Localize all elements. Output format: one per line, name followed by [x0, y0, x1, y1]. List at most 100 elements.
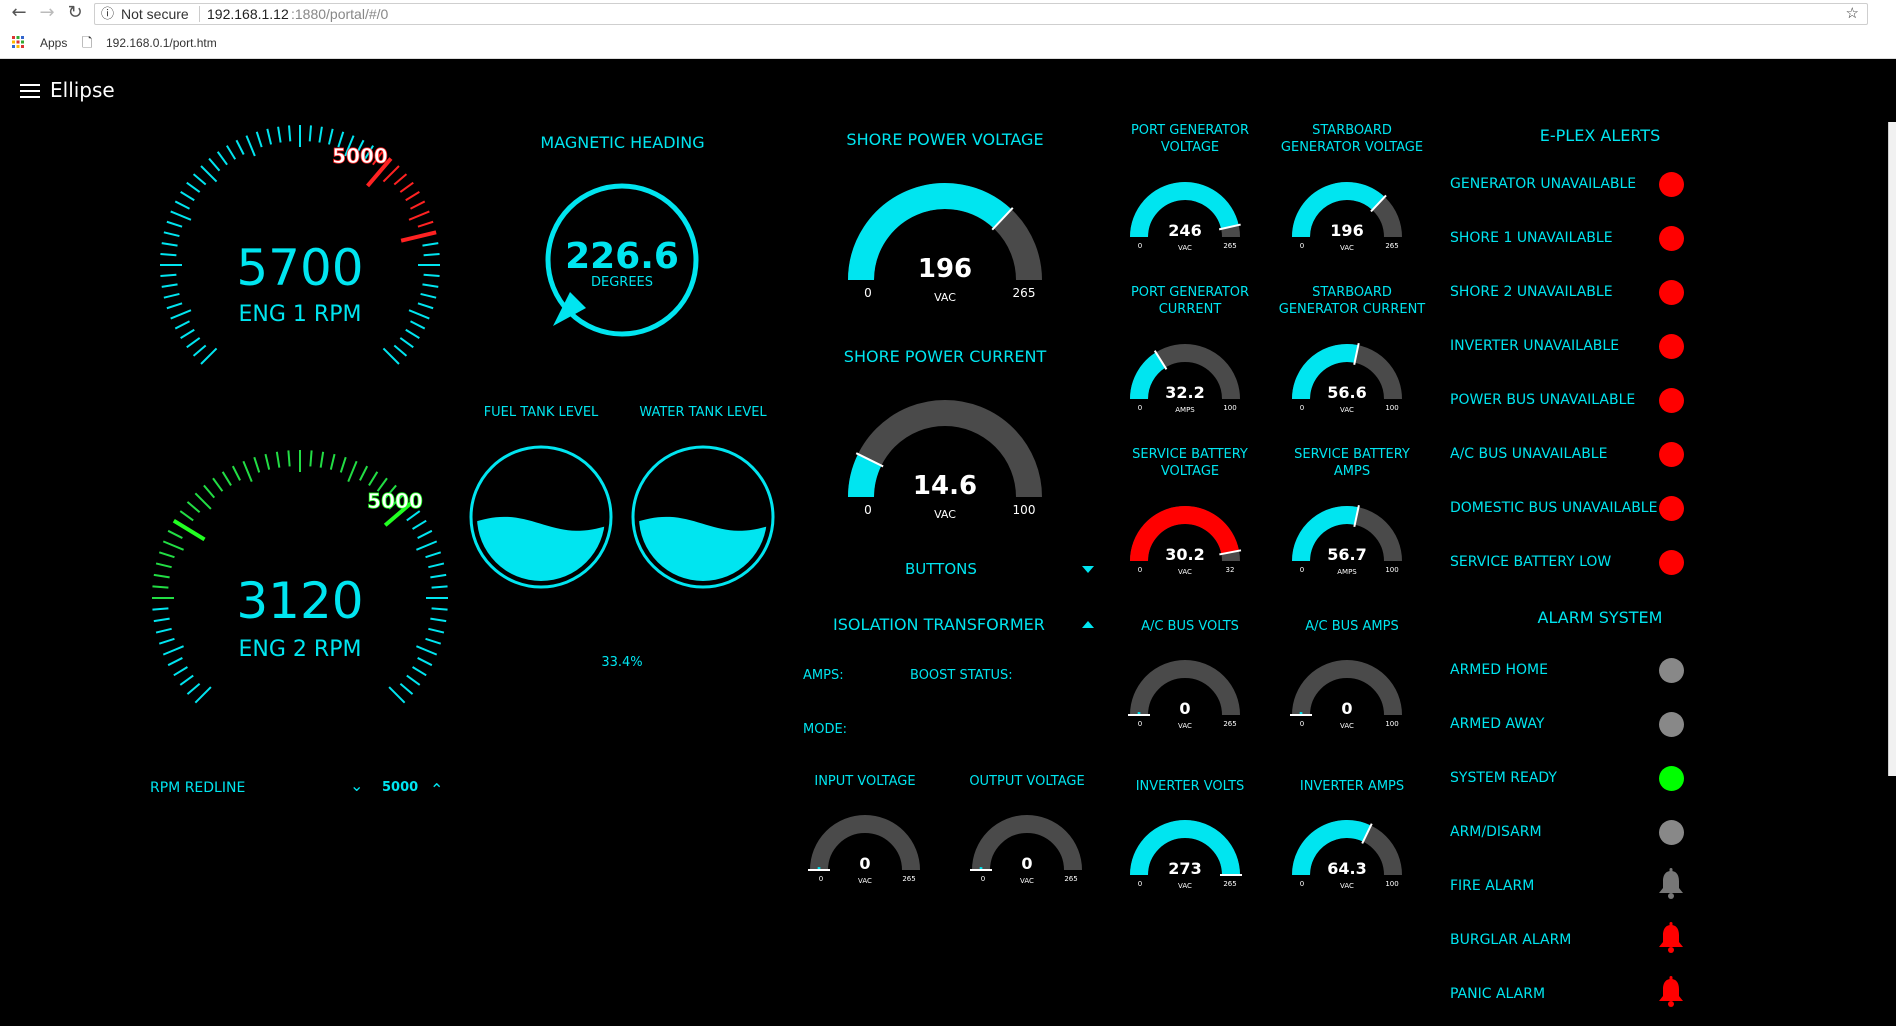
alarm-bell-icon[interactable]: [1656, 868, 1686, 900]
alert-label: SERVICE BATTERY LOW: [1450, 554, 1612, 570]
alarm-label: BURGLAR ALARM: [1450, 932, 1572, 948]
redline-decrease-icon[interactable]: ⌄: [350, 776, 363, 795]
rpm-tick: [242, 460, 253, 482]
alarm-label: ARM/DISARM: [1450, 824, 1542, 840]
rpm-redline-value: 5000: [382, 780, 419, 795]
heading-unit: DEGREES: [591, 275, 653, 290]
browser-chrome: ← → ↻ ⓘ Not secure 192.168.1.12 :1880/po…: [0, 0, 1896, 59]
gauge-min: 0: [1138, 242, 1142, 250]
rpm-tick: [203, 484, 216, 499]
gauge-value: 56.7: [1327, 545, 1366, 564]
output-voltage-max: 265: [1064, 875, 1077, 883]
gauge-title-line1: SERVICE BATTERY: [1294, 447, 1410, 462]
alert-indicator-icon: [1659, 334, 1684, 359]
rpm-tick: [277, 126, 282, 143]
gauge-title-line1: A/C BUS AMPS: [1305, 619, 1399, 634]
fuel-level-fill: [477, 516, 605, 581]
gauge-value: 0: [1341, 699, 1352, 718]
inv-amps-gauge: 64.3 VAC 0 100: [1292, 820, 1402, 890]
eng1-rpm-value: 5700: [236, 239, 363, 297]
gauge-max: 100: [1223, 404, 1236, 412]
stbd-gen-volt-gauge: 196 VAC 0 265: [1292, 182, 1402, 252]
buttons-expand-icon[interactable]: [1081, 565, 1095, 575]
gauge-min: 0: [1138, 880, 1142, 888]
rpm-tick: [162, 645, 184, 656]
iso-boost-label: BOOST STATUS:: [910, 668, 1013, 683]
gauge-title-line1: STARBOARD: [1312, 285, 1392, 300]
input-voltage-unit: VAC: [858, 877, 872, 885]
alarm-status-indicator-icon[interactable]: [1659, 712, 1684, 737]
rpm-tick: [173, 666, 188, 677]
port-gen-volt-title: PORT GENERATOR VOLTAGE: [1105, 122, 1275, 156]
rpm-tick: [428, 562, 445, 569]
rpm-tick: [410, 200, 426, 210]
gauge-max: 100: [1385, 566, 1398, 574]
rpm-tick: [158, 551, 175, 559]
rpm-tick: [417, 657, 433, 667]
url-host: 192.168.1.12: [207, 6, 289, 22]
buttons-section-label[interactable]: BUTTONS: [905, 560, 977, 578]
gauge-max: 265: [1223, 242, 1236, 250]
rpm-tick: [152, 585, 169, 589]
rpm-tick: [408, 309, 430, 320]
alarm-label: FIRE ALARM: [1450, 878, 1535, 894]
info-icon[interactable]: ⓘ: [101, 4, 114, 24]
alarm-status-indicator-icon[interactable]: [1659, 766, 1684, 791]
alert-indicator-icon: [1659, 496, 1684, 521]
shore-voltage-min: 0: [864, 286, 872, 300]
iso-collapse-icon[interactable]: [1081, 620, 1095, 630]
alarm-status-indicator-icon[interactable]: [1659, 658, 1684, 683]
input-voltage-min: 0: [819, 875, 823, 883]
bookmark-apps[interactable]: Apps: [40, 36, 67, 50]
rpm-tick: [287, 450, 291, 467]
reload-icon[interactable]: ↻: [64, 2, 86, 24]
inv-volts-gauge: 273 VAC 0 265: [1130, 820, 1242, 890]
gauge-title-line1: INVERTER VOLTS: [1135, 779, 1245, 794]
gauge-title-line2: GENERATOR VOLTAGE: [1280, 140, 1424, 155]
alert-indicator-icon: [1659, 226, 1684, 251]
rpm-tick: [155, 627, 172, 634]
rpm-tick: [428, 627, 445, 634]
iso-amps-label: AMPS:: [803, 668, 844, 683]
rpm-tick: [388, 686, 406, 704]
page-scrollbar[interactable]: [1888, 122, 1896, 776]
forward-icon[interactable]: →: [36, 2, 58, 24]
alarm-bell-icon[interactable]: [1656, 922, 1686, 954]
shore-voltage-gauge: 196 VAC 0 265: [848, 183, 1042, 304]
alarm-status-indicator-icon[interactable]: [1659, 820, 1684, 845]
gauge-unit: VAC: [1340, 882, 1354, 890]
address-bar[interactable]: ⓘ Not secure 192.168.1.12 :1880/portal/#…: [94, 3, 1868, 25]
gauge-value: 0: [1179, 699, 1190, 718]
alert-label: A/C BUS UNAVAILABLE: [1450, 446, 1608, 462]
alert-label: SHORE 2 UNAVAILABLE: [1450, 284, 1613, 300]
rpm-tick: [180, 328, 195, 340]
alert-label: SHORE 1 UNAVAILABLE: [1450, 230, 1613, 246]
shore-current-unit: VAC: [934, 508, 956, 521]
eng1-rpm-dial: 5000 5700 ENG 1 RPM: [160, 125, 440, 365]
back-icon[interactable]: ←: [8, 2, 30, 24]
bookmark-star-icon[interactable]: ☆: [1846, 4, 1859, 24]
gauge-title-line1: STARBOARD: [1312, 123, 1392, 138]
redline-increase-icon[interactable]: ⌃: [430, 780, 443, 799]
iso-transformer-title[interactable]: ISOLATION TRANSFORMER: [833, 615, 1045, 634]
bookmark-port[interactable]: 192.168.0.1/port.htm: [106, 36, 217, 50]
menu-icon[interactable]: [20, 84, 40, 98]
rpm-tick: [399, 181, 414, 193]
rpm-tick: [423, 273, 440, 277]
alert-label: POWER BUS UNAVAILABLE: [1450, 392, 1636, 408]
input-voltage-max: 265: [902, 875, 915, 883]
rpm-tick: [425, 637, 442, 645]
gauge-max: 265: [1223, 880, 1236, 888]
rpm-tick: [288, 125, 292, 142]
gauge-min: 0: [1138, 404, 1142, 412]
rpm-tick: [309, 450, 313, 467]
apps-grid-icon[interactable]: [12, 36, 24, 48]
alarm-bell-icon[interactable]: [1656, 976, 1686, 1008]
rpm-tick: [382, 347, 400, 365]
app-title: Ellipse: [50, 78, 115, 102]
output-voltage-value: 0: [1021, 854, 1032, 873]
gauge-min: 0: [1300, 404, 1304, 412]
rpm-tick: [368, 471, 379, 486]
gauge-title-line2: VOLTAGE: [1160, 140, 1220, 155]
rpm-tick: [420, 292, 437, 299]
